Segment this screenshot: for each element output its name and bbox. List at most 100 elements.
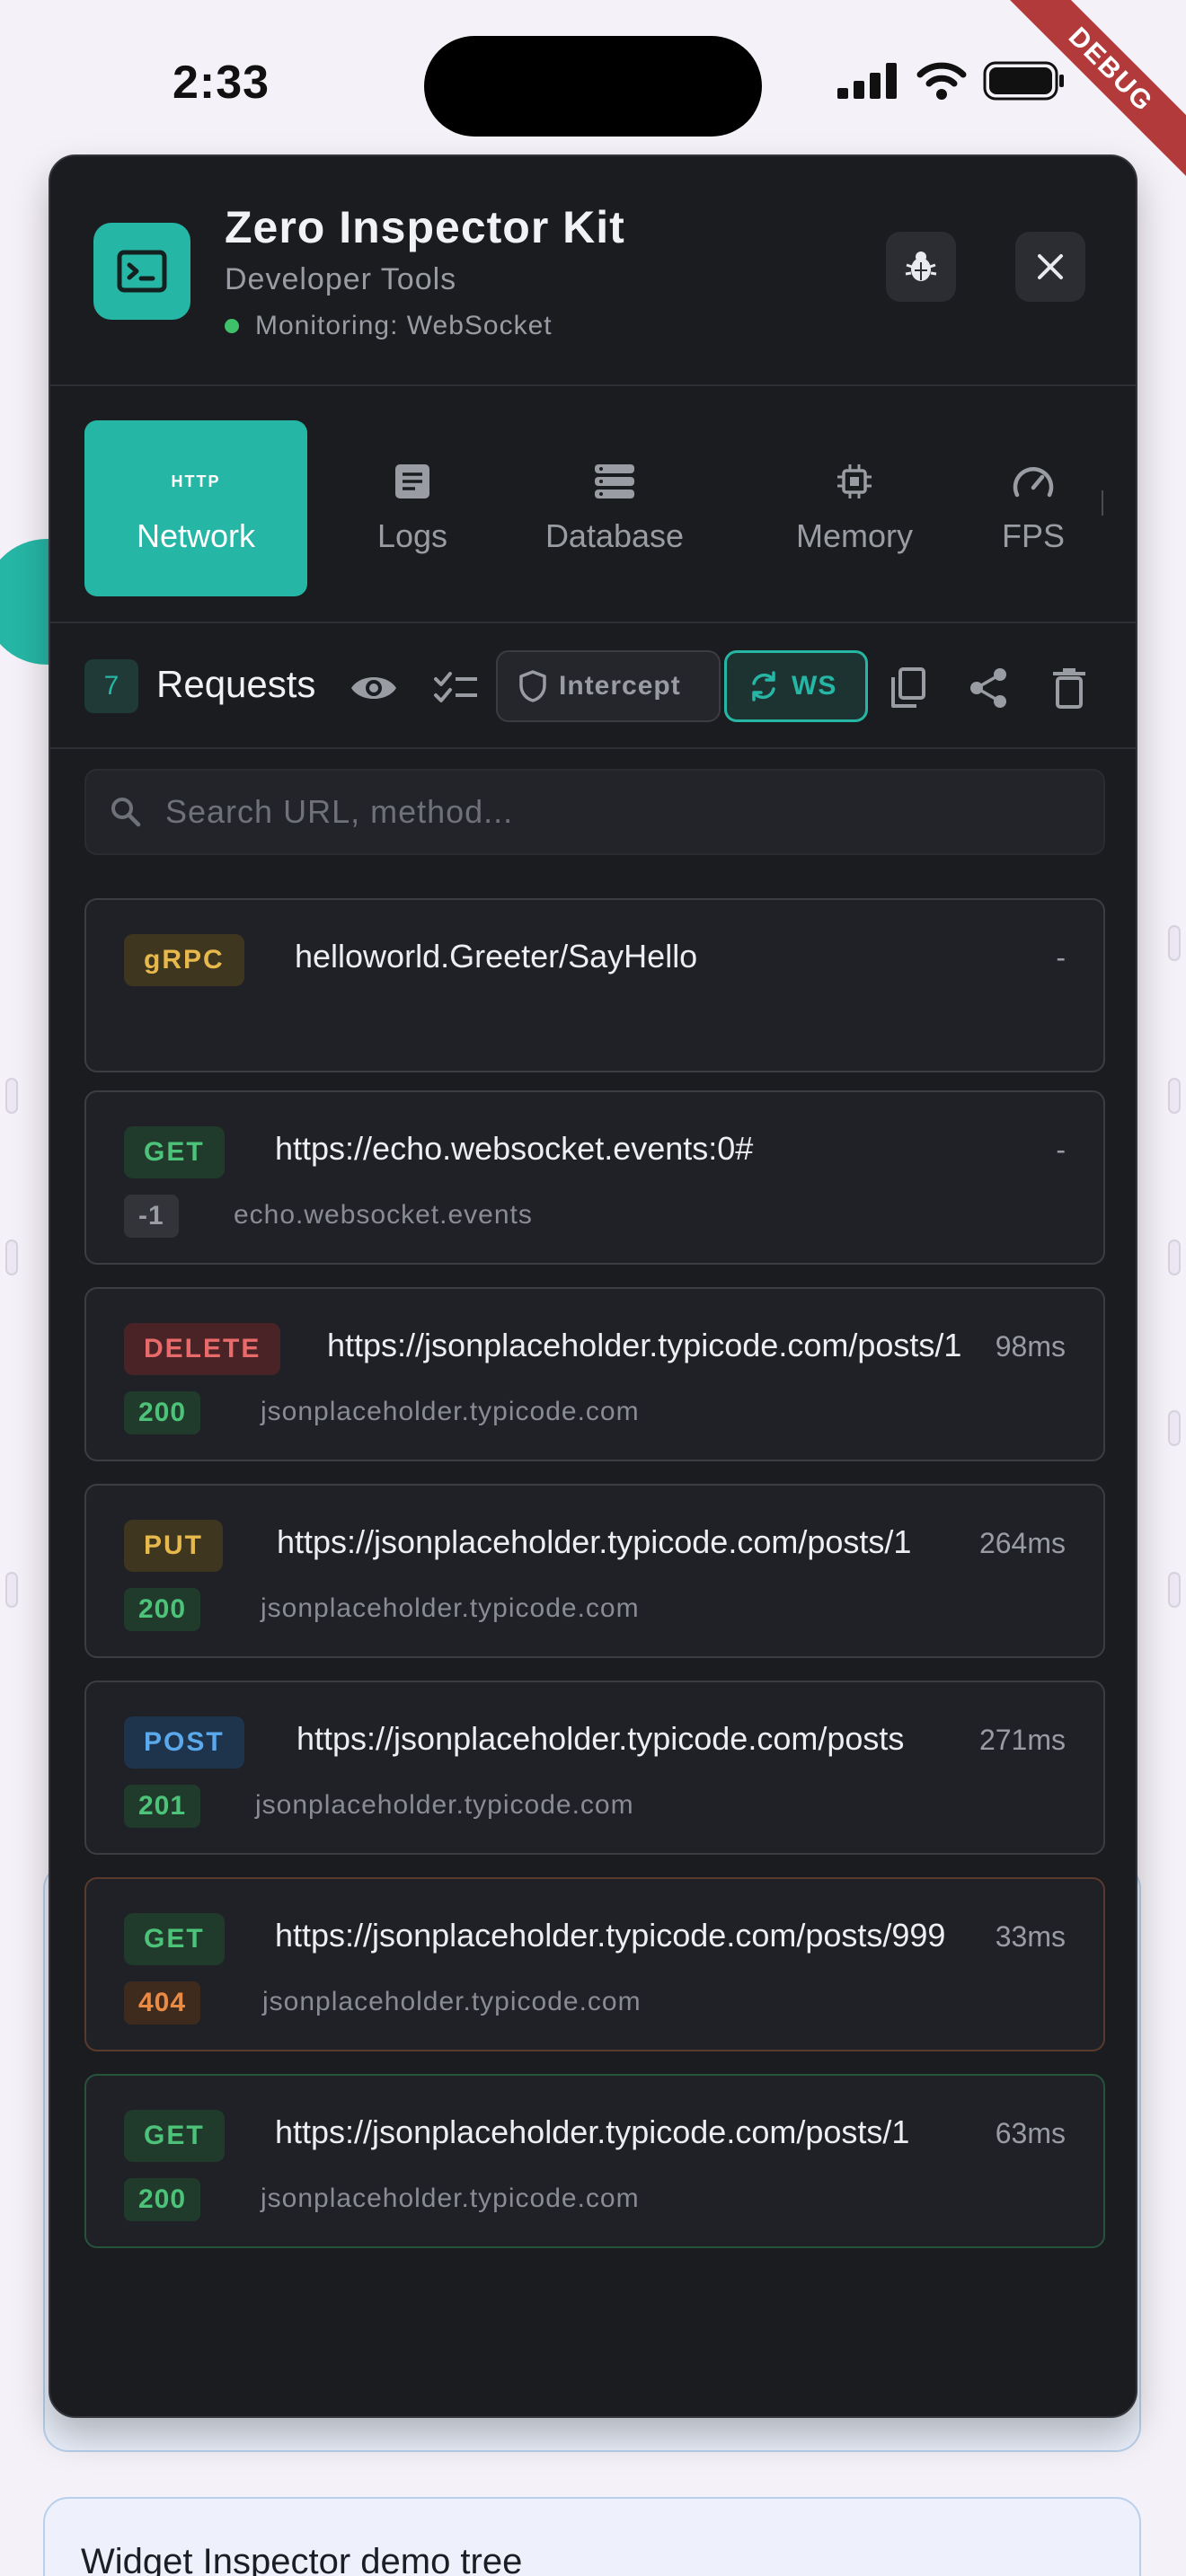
eye-icon [351,677,396,699]
http-icon: HTTP [171,472,221,490]
request-url: https://jsonplaceholder.typicode.com/pos… [275,1917,946,1954]
request-url: https://echo.websocket.events:0# [275,1130,754,1167]
request-host: jsonplaceholder.typicode.com [255,1790,634,1820]
visibility-button[interactable] [349,663,399,713]
background-card: Widget Inspector demo tree [43,2497,1141,2576]
tab-label: Memory [795,517,913,554]
request-url: https://jsonplaceholder.typicode.com/pos… [275,2113,910,2150]
request-url: helloworld.Greeter/SayHello [295,938,698,975]
tabs-overflow-indicator [1102,490,1103,516]
wifi-icon [916,62,967,100]
inspector-tabs: HTTP Network Logs Database Memory FPS [50,386,1136,623]
request-row[interactable]: POST https://jsonplaceholder.typicode.co… [84,1681,1105,1855]
ws-label: WS [792,671,837,701]
chip-icon [836,462,873,501]
request-host: jsonplaceholder.typicode.com [261,1593,640,1623]
request-duration: - [1056,1134,1066,1166]
request-host: jsonplaceholder.typicode.com [262,1987,642,2016]
tab-database[interactable]: Database [507,420,722,596]
clear-button[interactable] [1044,663,1094,713]
panel-header: Zero Inspector Kit Developer Tools Monit… [50,156,1136,386]
copy-icon [891,667,925,708]
edge-marker [1168,1572,1181,1608]
edge-marker [1168,1410,1181,1446]
status-time: 2:33 [173,57,270,109]
shield-icon [519,670,546,702]
intercept-label: Intercept [559,671,681,701]
method-badge: POST [124,1716,244,1769]
requests-label: Requests [156,663,316,705]
request-url: https://jsonplaceholder.typicode.com/pos… [277,1523,912,1560]
select-mode-button[interactable] [431,663,482,713]
tab-label: FPS [1001,517,1065,554]
status-code-badge: 404 [124,1981,201,2025]
app-subtitle: Developer Tools [225,262,457,296]
cellular-signal-icon [837,63,897,99]
request-duration: 98ms [995,1330,1066,1363]
inspector-panel: Zero Inspector Kit Developer Tools Monit… [49,154,1137,2418]
status-code-badge: 200 [124,2178,201,2221]
search-icon [111,798,141,827]
method-badge: GET [124,2110,225,2162]
share-icon [970,668,1006,708]
search-input[interactable]: Search URL, method... [165,793,513,831]
edge-marker [1168,1239,1181,1275]
status-dot-icon [225,319,239,333]
request-row[interactable]: DELETE https://jsonplaceholder.typicode.… [84,1287,1105,1461]
method-badge: GET [124,1126,225,1178]
request-url: https://jsonplaceholder.typicode.com/pos… [296,1720,905,1757]
terminal-icon [93,223,190,320]
request-row[interactable]: GET https://jsonplaceholder.typicode.com… [84,2074,1105,2248]
document-icon [394,462,431,501]
edge-marker [1168,925,1181,961]
status-icons [837,61,1066,101]
trash-icon [1053,668,1085,709]
request-host: jsonplaceholder.typicode.com [261,1397,640,1426]
speedometer-icon [1012,462,1055,501]
status-code-badge: 200 [124,1588,201,1631]
app-title: Zero Inspector Kit [225,202,625,252]
search-field[interactable]: Search URL, method... [84,769,1105,855]
request-host: echo.websocket.events [234,1200,533,1230]
bug-button[interactable] [886,232,956,302]
close-icon [1038,254,1063,279]
method-badge: GET [124,1913,225,1965]
request-count-badge: 7 [84,659,138,713]
tab-label: Logs [376,517,448,554]
edge-marker [5,1572,18,1608]
edge-marker [5,1239,18,1275]
request-row[interactable]: GET https://jsonplaceholder.typicode.com… [84,1877,1105,2051]
share-button[interactable] [963,663,1013,713]
copy-button[interactable] [882,663,933,713]
sync-icon [752,671,775,701]
method-badge: PUT [124,1520,223,1572]
request-row[interactable]: gRPC helloworld.Greeter/SayHello - [84,898,1105,1072]
request-duration: 264ms [978,1527,1066,1559]
request-host: jsonplaceholder.typicode.com [261,2183,640,2213]
request-duration: 33ms [995,1920,1066,1953]
monitoring-status: Monitoring: WebSocket [225,311,553,341]
status-code-badge: 200 [124,1391,201,1434]
websocket-toggle[interactable]: WS [724,650,868,722]
status-code-badge: 201 [124,1785,201,1828]
edge-marker [5,1078,18,1114]
tab-label: Database [544,517,685,554]
close-button[interactable] [1015,232,1085,302]
dynamic-island [424,36,762,137]
intercept-toggle[interactable]: Intercept [496,650,721,722]
requests-toolbar: 7 Requests Intercept WS [50,623,1136,749]
request-row[interactable]: GET https://echo.websocket.events:0# - -… [84,1090,1105,1265]
monitoring-label: Monitoring: WebSocket [255,311,553,340]
request-url: https://jsonplaceholder.typicode.com/pos… [327,1327,962,1363]
tab-fps[interactable]: FPS [979,420,1087,596]
tab-memory[interactable]: Memory [751,420,958,596]
method-badge: DELETE [124,1323,281,1375]
tab-network[interactable]: HTTP Network [84,420,307,596]
method-badge: gRPC [124,934,244,986]
request-duration: - [1056,941,1066,974]
request-duration: 271ms [978,1724,1066,1756]
tab-logs[interactable]: Logs [345,420,480,596]
battery-icon [983,61,1064,101]
request-duration: 63ms [995,2117,1066,2149]
request-row[interactable]: PUT https://jsonplaceholder.typicode.com… [84,1484,1105,1658]
